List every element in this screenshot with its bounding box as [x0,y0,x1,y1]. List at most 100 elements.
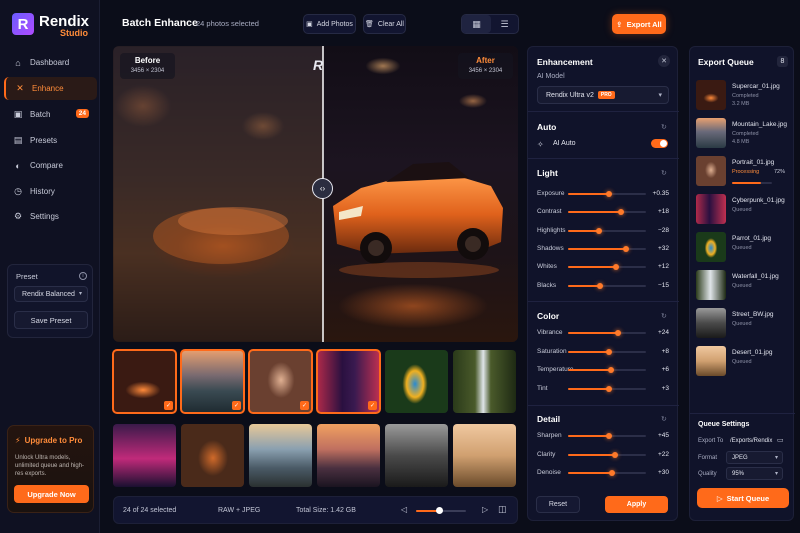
progress-percent: 72% [774,169,786,175]
folder-icon[interactable]: ▭ [777,436,784,444]
sidebar-item-presets[interactable]: ▤ Presets [4,129,97,152]
slider-knob[interactable] [596,227,602,234]
thumbnail-neon-street[interactable] [113,424,176,487]
slider-knob[interactable] [606,348,612,355]
export-all-button[interactable]: ⇪ Export All [612,14,666,34]
sidebar-item-label: Enhance [32,84,64,93]
thumbnail-mountain-lake[interactable]: ✓ [180,349,245,414]
quality-select[interactable]: 95% ▾ [726,467,783,480]
slider-knob[interactable] [606,433,612,439]
settings-icon: ⚙ [13,211,23,221]
thumbnail-mountain-sunset[interactable] [317,424,380,487]
thumbnail-supercar[interactable]: ✓ [112,349,177,414]
reset-icon[interactable]: ↻ [661,415,669,423]
zoom-out-icon[interactable]: ◁ [401,505,407,514]
thumbnail-street-bw[interactable] [385,424,448,487]
slider-knob[interactable] [606,385,612,392]
history-icon: ◷ [14,186,22,196]
slider-value: +24 [657,329,669,336]
thumbnail-desert[interactable] [453,424,516,487]
zoom-in-icon[interactable]: ▷ [482,505,488,514]
slider-knob[interactable] [623,245,629,252]
reset-icon[interactable]: ↻ [661,312,669,320]
sidebar-item-enhance[interactable]: ✕ Enhance [4,77,97,100]
auto-section-title: Auto [537,122,557,132]
start-queue-button[interactable]: ▷ Start Queue [697,488,789,508]
queue-item[interactable]: Desert_01.jpg Queued [696,346,792,378]
add-photos-label: Add Photos [316,20,353,28]
checkbox-icon[interactable]: ✓ [368,401,377,410]
compare-layout-icon[interactable]: ◫ [498,504,507,515]
grid-view-icon[interactable]: ▦ [462,15,491,33]
thumbnail-waterfall[interactable] [453,350,516,413]
thumbnail-cyberpunk[interactable]: ✓ [316,349,381,414]
slider-knob[interactable] [606,191,612,197]
sidebar-item-dashboard[interactable]: ⌂ Dashboard [4,51,97,74]
reset-icon[interactable]: ↻ [661,169,669,177]
thumbnail-fox[interactable] [181,424,244,487]
queue-item[interactable]: Cyberpunk_01.jpg Queued [696,194,792,226]
view-toggle: ▦ ☰ [461,14,519,34]
sidebar-item-history[interactable]: ◷ History [4,180,97,203]
apply-button[interactable]: Apply [605,496,668,513]
checkbox-icon[interactable]: ✓ [164,401,173,410]
slider-value: +12 [657,263,669,271]
slider-knob[interactable] [608,367,614,373]
reset-icon[interactable]: ↻ [661,123,669,131]
thumbnail-coast[interactable] [249,424,312,487]
slider-knob[interactable] [615,330,621,336]
ai-model-select[interactable]: Rendix Ultra v2 PRO ▾ [537,86,669,104]
sidebar-item-batch[interactable]: ▣ Batch 24 [4,103,97,126]
queue-item[interactable]: Waterfall_01.jpg Queued [696,270,792,302]
queue-item[interactable]: Supercar_01.jpg Completed 3.2 MB [696,80,792,112]
slider-knob[interactable] [613,264,619,271]
reset-button[interactable]: Reset [536,496,580,513]
queue-thumbnail [696,308,726,338]
before-after-preview[interactable]: ‹› Before 3456 × 2304 After 3456 × 2304 … [113,46,518,342]
thumbnail-portrait[interactable]: ✓ [248,349,313,414]
checkbox-icon[interactable]: ✓ [232,401,241,410]
export-queue-title: Export Queue [698,57,754,67]
format-value: JPEG [732,454,748,461]
slider-knob[interactable] [609,470,615,476]
ai-auto-toggle[interactable] [651,139,668,148]
slider-label: Exposure [537,190,565,197]
info-icon[interactable]: i [79,272,87,280]
slider-knob[interactable] [612,451,618,458]
sidebar-item-settings[interactable]: ⚙ Settings [4,205,97,228]
clear-all-button[interactable]: 🗑 Clear All [363,14,406,34]
file-format: RAW + JPEG [218,507,261,514]
close-icon[interactable]: ✕ [658,55,670,67]
zoom-slider-knob[interactable] [436,507,443,514]
preset-panel: Preset i Rendix Balanced ▾ Save Preset [7,264,93,338]
queue-item[interactable]: Parrot_01.jpg Queued [696,232,792,264]
queue-item[interactable]: Portrait_01.jpg Processing 72% [696,156,792,188]
queue-item-status: Queued [732,245,752,251]
export-to-path[interactable]: /Exports/Rendix [730,438,772,444]
format-select[interactable]: JPEG ▾ [726,451,783,464]
pro-badge: PRO [597,91,615,99]
split-handle-icon[interactable]: ‹› [312,178,333,199]
slider-knob[interactable] [618,209,624,216]
export-to-label: Export To [698,438,724,444]
slider-value: +45 [657,432,669,439]
save-preset-button[interactable]: Save Preset [14,311,88,329]
checkbox-icon[interactable]: ✓ [300,401,309,410]
queue-item-name: Parrot_01.jpg [732,235,772,242]
slider-knob[interactable] [597,282,603,289]
sidebar-item-compare[interactable]: ◐ Compare [4,154,97,177]
queue-item[interactable]: Street_BW.jpg Queued [696,308,792,340]
thumbnail-parrot[interactable] [385,350,448,413]
batch-icon: ▣ [13,109,23,119]
queue-thumbnail [696,194,726,224]
divider [528,301,679,302]
add-photos-button[interactable]: ▣ Add Photos [303,14,356,34]
queue-thumbnail [696,270,726,300]
trash-icon: 🗑 [365,21,374,28]
slider-label: Contrast [537,208,562,216]
list-view-icon[interactable]: ☰ [490,15,519,33]
preset-select[interactable]: Rendix Balanced ▾ [14,286,88,302]
upgrade-now-button[interactable]: Upgrade Now [14,485,89,503]
sidebar-item-label: Dashboard [30,58,70,67]
queue-item[interactable]: Mountain_Lake.jpg Completed 4.8 MB [696,118,792,150]
